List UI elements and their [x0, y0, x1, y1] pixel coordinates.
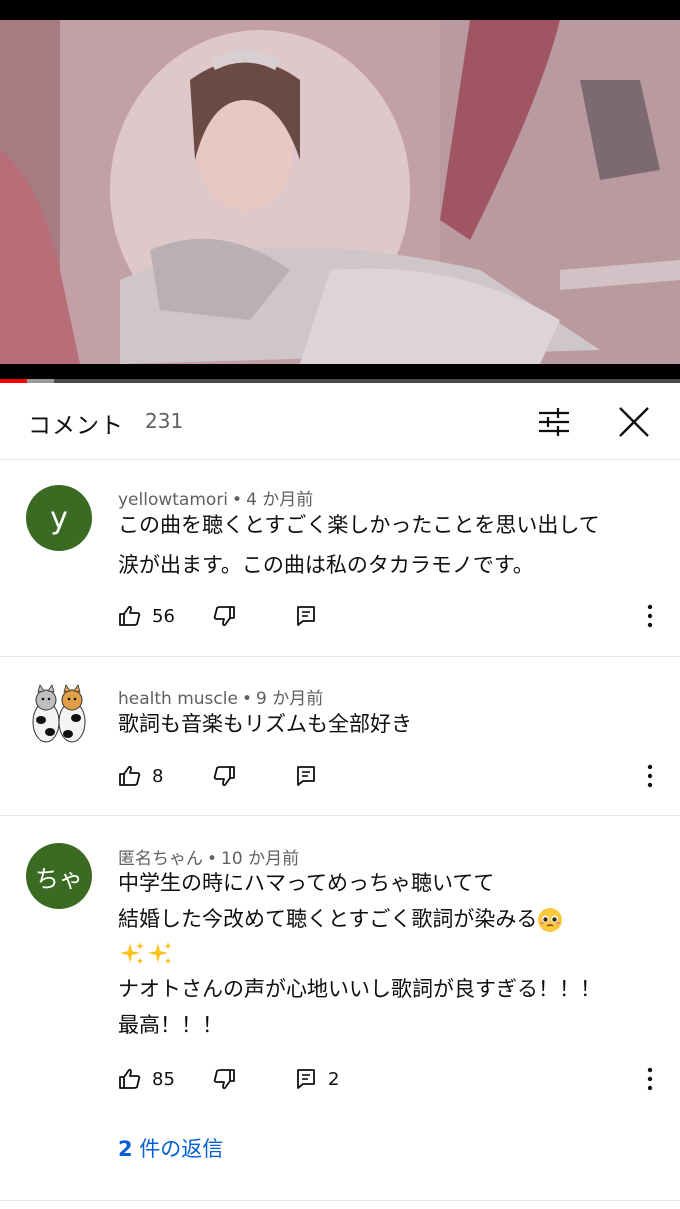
video-frame	[0, 20, 680, 364]
sparkles-emoji	[148, 942, 172, 964]
reply-count: 2	[328, 1068, 340, 1090]
thumbs-up-icon	[119, 605, 141, 626]
reply-comment-icon	[297, 766, 315, 786]
like-button[interactable]: 8	[118, 761, 163, 791]
comment-line: 最高！！！	[118, 1013, 223, 1037]
thumbs-down-icon	[213, 1069, 235, 1090]
reply-button[interactable]	[294, 761, 328, 791]
like-button[interactable]: 85	[118, 1064, 175, 1094]
comment-line: 結婚した今改めて聴くとすごく歌詞が染みる	[118, 907, 538, 931]
replies-count: 2	[118, 1137, 133, 1161]
comment-line: 歌詞も音楽もリズムも全部好き	[118, 712, 412, 736]
status-bar	[0, 0, 680, 20]
avatar[interactable]: ちゃ	[26, 843, 92, 909]
reply-button[interactable]: 2	[294, 1064, 339, 1094]
sort-filter-icon[interactable]	[536, 404, 572, 440]
video-player[interactable]	[0, 20, 680, 364]
video-progress-bar[interactable]	[0, 379, 680, 383]
comment-line-with-emoji: 結婚した今改めて聴くとすごく歌詞が染みる	[118, 901, 601, 935]
dislike-button[interactable]	[212, 761, 236, 791]
video-progress-fill	[0, 379, 28, 383]
comment-item: ちゃ 匿名ちゃん • 10 か月前 中学生の時にハマってめっちゃ聴いてて 結婚した今…	[0, 817, 680, 1201]
reply-comment-icon	[297, 606, 315, 626]
more-options-icon[interactable]	[640, 761, 660, 791]
sparkles-row	[118, 935, 601, 967]
comment-item: health muscle • 9 か月前 歌詞も音楽もリズムも全部好き 8	[0, 658, 680, 816]
dislike-button[interactable]	[212, 601, 236, 631]
more-options-icon[interactable]	[640, 1064, 660, 1094]
comment-line: この曲を聴くとすごく楽しかったことを思い出して	[118, 513, 600, 537]
comment-line: ナオトさんの声が心地いいし歌詞が良すぎる！！！	[118, 977, 601, 1001]
comment-text: 中学生の時にハマってめっちゃ聴いてて 結婚した今改めて聴くとすごく歌詞が染みる …	[118, 865, 601, 1043]
dislike-button[interactable]	[212, 1064, 236, 1094]
close-icon[interactable]	[614, 402, 654, 442]
comments-header: コメント 231	[0, 384, 680, 460]
reply-button[interactable]	[294, 601, 328, 631]
avatar[interactable]	[26, 682, 92, 748]
thumbs-down-icon	[213, 766, 235, 787]
thumbs-up-icon	[119, 765, 141, 786]
comment-line: 涙が出ます。この曲は私のタカラモノです。	[118, 553, 534, 577]
like-count: 56	[152, 605, 175, 627]
pleading-face-emoji	[538, 908, 563, 932]
comment-line: 中学生の時にハマってめっちゃ聴いてて	[118, 871, 495, 895]
avatar-initial: y	[50, 500, 68, 536]
avatar-initial: ちゃ	[35, 864, 83, 893]
video-letterbox	[0, 364, 680, 380]
comments-title: コメント	[28, 413, 124, 439]
thumbs-up-icon	[119, 1068, 141, 1089]
view-replies-link[interactable]: 2 件の返信	[118, 1133, 223, 1163]
cat-pair-avatar-icon	[32, 684, 86, 743]
more-options-icon[interactable]	[640, 601, 660, 631]
comment-item: y yellowtamori • 4 か月前 この曲を聴くとすごく楽しかったことを思…	[0, 461, 680, 657]
replies-label: 件の返信	[132, 1137, 224, 1161]
like-button[interactable]: 56	[118, 601, 175, 631]
avatar[interactable]: y	[26, 485, 92, 551]
comments-count: 231	[145, 409, 184, 433]
like-count: 85	[152, 1068, 175, 1090]
thumbs-down-icon	[213, 606, 235, 627]
sparkles-emoji	[120, 942, 144, 964]
comment-text: この曲を聴くとすごく楽しかったことを思い出して 涙が出ます。この曲は私のタカラモ…	[118, 505, 600, 585]
reply-comment-icon	[297, 1069, 315, 1089]
like-count: 8	[152, 765, 164, 787]
comment-text: 歌詞も音楽もリズムも全部好き	[118, 704, 412, 744]
